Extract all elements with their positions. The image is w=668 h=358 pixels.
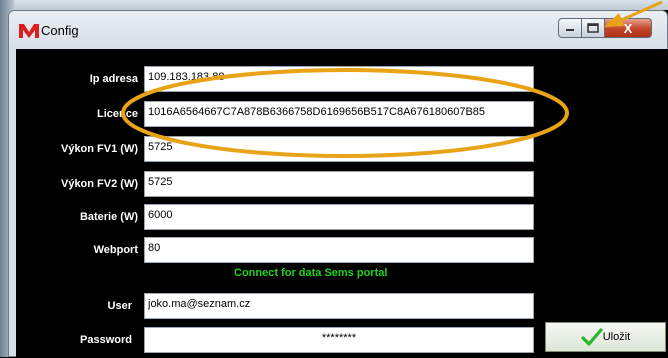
window-title: Config (41, 23, 79, 38)
config-window: Config X Ip adresa 109.183.183.88 Licenc… (8, 10, 668, 358)
licence-label: Licence (97, 108, 138, 120)
minimize-icon (566, 29, 574, 31)
close-button[interactable]: X (604, 18, 652, 38)
app-logo-icon (19, 24, 39, 38)
webport-row: Webport (16, 237, 138, 265)
password-input[interactable]: ******** (144, 327, 534, 353)
webport-input[interactable]: 80 (144, 237, 534, 263)
minimize-button[interactable] (558, 18, 582, 38)
power-fv2-label: Výkon FV2 (W) (60, 178, 138, 190)
form-panel: Ip adresa 109.183.183.88 Licence 1016A65… (16, 49, 668, 358)
power-fv2-row: Výkon FV2 (W) (16, 171, 138, 199)
maximize-button[interactable] (581, 18, 605, 38)
password-label: Password (80, 334, 132, 346)
user-input[interactable]: joko.ma@seznam.cz (144, 293, 534, 319)
user-row: User (16, 293, 132, 321)
power-fv1-row: Výkon FV1 (W) (16, 136, 138, 164)
licence-row: Licence (16, 101, 138, 129)
close-icon: X (623, 20, 633, 36)
sems-portal-heading: Connect for data Sems portal (234, 267, 388, 279)
ip-address-label: Ip adresa (89, 73, 138, 85)
password-row: Password (16, 327, 132, 355)
save-button[interactable]: Uložit (545, 322, 666, 352)
ip-address-input[interactable]: 109.183.183.88 (144, 66, 534, 92)
battery-input[interactable]: 6000 (144, 204, 534, 230)
save-button-label: Uložit (602, 331, 631, 343)
webport-label: Webport (93, 244, 138, 256)
licence-input[interactable]: 1016A6564667C7A878B6366758D6169656B517C8… (144, 101, 534, 127)
battery-row: Baterie (W) (16, 204, 138, 232)
power-fv2-input[interactable]: 5725 (144, 171, 534, 197)
battery-label: Baterie (W) (79, 211, 138, 223)
user-label: User (107, 300, 132, 312)
title-bar[interactable]: Config X (9, 11, 667, 47)
power-fv1-input[interactable]: 5725 (144, 136, 534, 162)
power-fv1-label: Výkon FV1 (W) (60, 143, 138, 155)
maximize-icon (587, 23, 599, 33)
checkmark-icon (581, 328, 603, 346)
ip-address-row: Ip adresa (16, 66, 138, 94)
desktop-background-top (0, 0, 668, 10)
